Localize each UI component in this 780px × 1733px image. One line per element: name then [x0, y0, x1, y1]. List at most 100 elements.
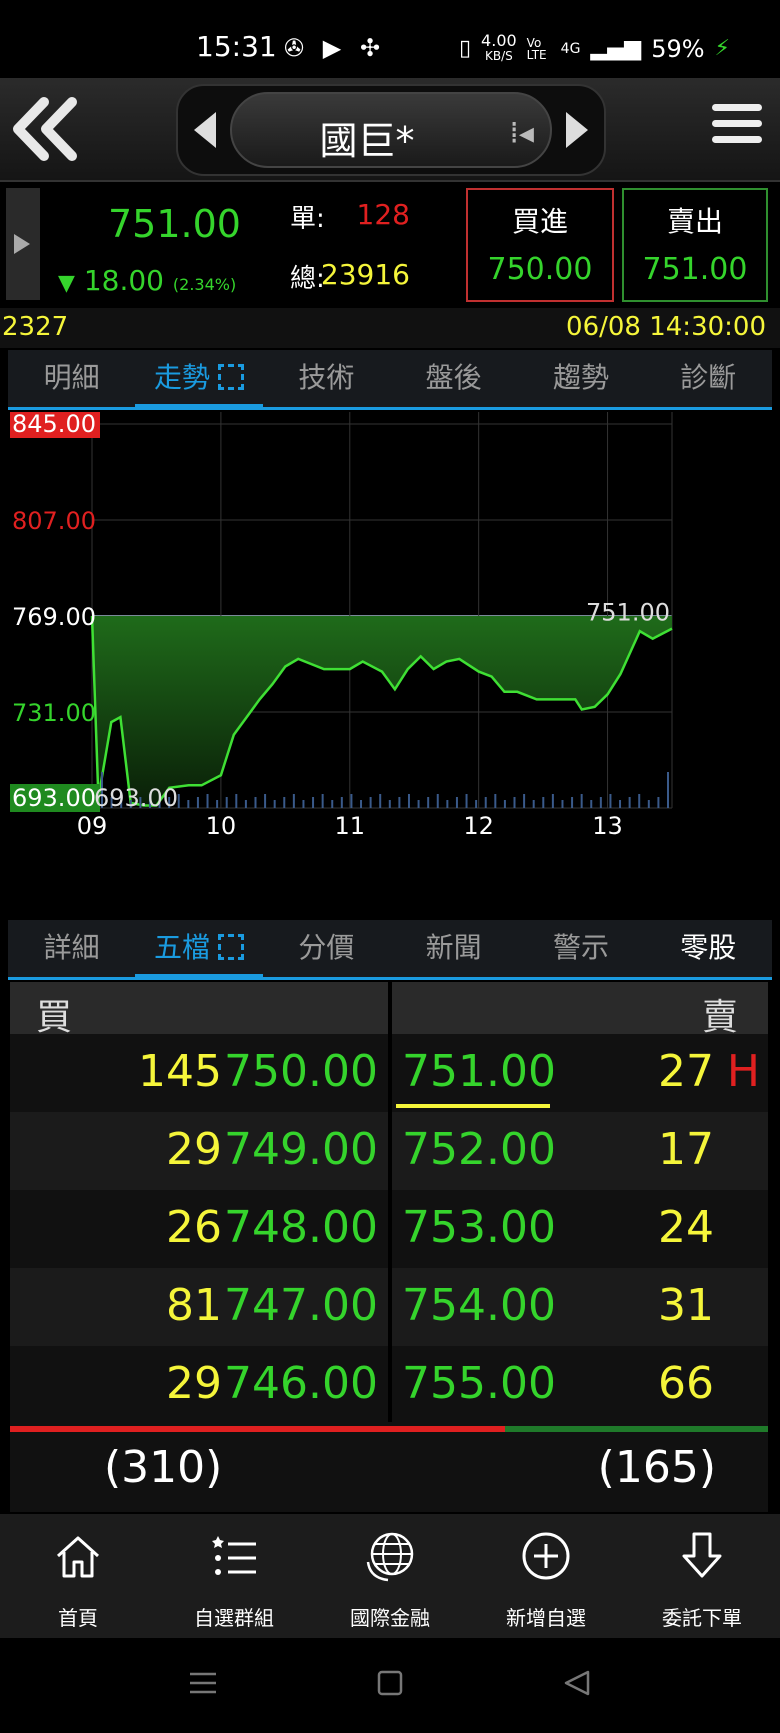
- tab-label: 走勢: [153, 361, 210, 394]
- x-tick-label: 11: [335, 812, 366, 840]
- change-value: 18.00: [83, 264, 164, 297]
- globe-icon: [366, 1532, 414, 1582]
- ask-price: 754.00: [402, 1280, 556, 1331]
- ask-price: 752.00: [402, 1124, 556, 1175]
- ask-qty: 31: [658, 1280, 714, 1331]
- stock-selector[interactable]: 國巨* ⁞◂: [230, 92, 552, 168]
- bid-price: 750.00: [224, 1046, 378, 1097]
- tab-label: 新聞: [425, 931, 482, 964]
- x-tick-label: 10: [206, 812, 237, 840]
- nav-place-order[interactable]: 委託下單: [624, 1514, 780, 1638]
- total-volume: 23916: [320, 258, 410, 291]
- net-speed-value: 4.00: [481, 31, 517, 50]
- recent-apps-icon[interactable]: [188, 1668, 218, 1698]
- tab-details[interactable]: 詳細: [8, 920, 135, 977]
- tab-trend[interactable]: 走勢: [135, 350, 263, 410]
- nav-international[interactable]: 國際金融: [312, 1514, 468, 1638]
- fullscreen-icon[interactable]: [218, 364, 244, 390]
- bottom-nav: 首頁 自選群組 國際金融 新增自選 委託下單: [0, 1514, 780, 1638]
- y-tick-label: 731.00: [12, 699, 96, 727]
- triangle-left-icon: [194, 112, 216, 148]
- tab-diagnosis[interactable]: 診斷: [645, 350, 772, 407]
- y-tick-label: 845.00: [12, 412, 96, 438]
- triangle-right-icon: [566, 112, 588, 148]
- fullscreen-icon[interactable]: [218, 934, 244, 960]
- double-chevron-left-icon: [13, 97, 77, 161]
- nav-home[interactable]: 首頁: [0, 1514, 156, 1638]
- system-nav-bar: [0, 1638, 780, 1733]
- drag-handle-icon: ⁞◂: [509, 116, 534, 151]
- y-tick-label: 693.00: [12, 784, 96, 812]
- buy-button[interactable]: 買進 750.00: [466, 188, 614, 302]
- back-triangle-icon[interactable]: [562, 1668, 592, 1698]
- intraday-chart-svg: 845.00 807.00 769.00 731.00 693.00 09 10 11 12 1…: [10, 410, 673, 840]
- clock: 15:31: [196, 30, 277, 63]
- add-circle-icon: [522, 1532, 570, 1580]
- network-type: 4G: [560, 40, 581, 57]
- tab-after-hours[interactable]: 盤後: [390, 350, 517, 407]
- info-line: 2327 06/08 14:30:00: [0, 308, 780, 348]
- menu-button[interactable]: [712, 104, 762, 154]
- y-tick-label: 769.00: [12, 603, 96, 631]
- x-tick-label: 12: [463, 812, 494, 840]
- youtube-icon: ▶: [322, 34, 342, 62]
- signal-icon: ▂▄▆: [590, 36, 642, 61]
- menu-line: [712, 120, 762, 127]
- tab-label: 明細: [43, 361, 100, 394]
- bid-qty: 145: [138, 1046, 222, 1097]
- nav-watchlist-groups[interactable]: 自選群組: [156, 1514, 312, 1638]
- low-price-label: 693.00: [94, 784, 178, 812]
- ask-price: 755.00: [402, 1358, 556, 1409]
- tab-label: 零股: [680, 931, 737, 964]
- bid-price: 749.00: [224, 1124, 378, 1175]
- quote-tabs: 詳細 五檔 分價 新聞 警示 零股: [8, 920, 772, 980]
- nav-label: 新增自選: [506, 1606, 586, 1630]
- buy-price: 750.00: [487, 252, 593, 287]
- down-arrow-icon: ▼: [58, 271, 75, 296]
- nav-label: 委託下單: [662, 1606, 742, 1630]
- tab-price-distribution[interactable]: 分價: [263, 920, 390, 977]
- ask-price: 751.00: [402, 1046, 556, 1097]
- x-axis-labels: 09 10 11 12 13: [77, 812, 623, 840]
- battery-level: 59%: [651, 34, 705, 63]
- status-indicators: ▯ 4.00 KB/S Vo LTE 4G ▂▄▆ 59% ⚡: [459, 31, 730, 64]
- nav-label: 國際金融: [350, 1606, 430, 1630]
- tab-news[interactable]: 新聞: [390, 920, 517, 977]
- buy-header: 買: [36, 997, 73, 1038]
- tab-label: 分價: [298, 931, 355, 964]
- tab-alerts[interactable]: 警示: [517, 920, 644, 977]
- bid-qty: 81: [166, 1280, 222, 1331]
- ask-qty: 24: [658, 1202, 714, 1253]
- bid-price: 746.00: [224, 1358, 378, 1409]
- prev-stock-button[interactable]: [190, 108, 220, 152]
- quote-panel: 751.00 ▼ 18.00 (2.34%) 單: 128 總: 23916 買…: [0, 184, 780, 304]
- menu-line: [712, 136, 762, 143]
- sell-button[interactable]: 賣出 751.00: [622, 188, 768, 302]
- tab-odd-lot[interactable]: 零股: [645, 920, 772, 977]
- arrow-down-order-icon: [682, 1532, 722, 1578]
- tab-tendency[interactable]: 趨勢: [517, 350, 644, 407]
- stock-code: 2327: [2, 312, 69, 342]
- nav-add-watchlist[interactable]: 新增自選: [468, 1514, 624, 1638]
- x-tick-label: 09: [77, 812, 108, 840]
- tab-five-levels[interactable]: 五檔: [135, 920, 263, 980]
- nav-label: 首頁: [58, 1606, 98, 1630]
- tab-technical[interactable]: 技術: [263, 350, 390, 407]
- unit-volume-label: 單:: [290, 204, 325, 234]
- fan-icon: ✣: [359, 34, 381, 62]
- app-notification-icon: ✇: [283, 34, 305, 62]
- back-button[interactable]: [10, 96, 82, 162]
- tab-detail[interactable]: 明細: [8, 350, 135, 407]
- net-speed-unit: KB/S: [484, 49, 513, 63]
- expand-quote-button[interactable]: [6, 188, 40, 300]
- high-marker: H: [726, 1046, 760, 1097]
- intraday-chart[interactable]: 845.00 807.00 769.00 731.00 693.00 09 10 11 12 1…: [8, 410, 772, 920]
- next-stock-button[interactable]: [562, 108, 592, 152]
- tab-label: 五檔: [153, 931, 210, 964]
- ask-qty: 17: [658, 1124, 714, 1175]
- stock-switcher: 國巨* ⁞◂: [176, 84, 606, 176]
- home-icon: [56, 1536, 100, 1578]
- sell-header: 賣: [701, 997, 738, 1038]
- home-square-icon[interactable]: [376, 1668, 404, 1698]
- total-volume-label: 總:: [290, 264, 325, 294]
